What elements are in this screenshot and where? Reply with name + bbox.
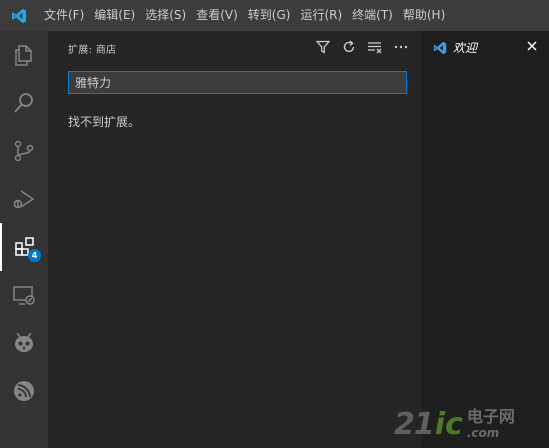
activity-remote-explorer[interactable] — [0, 271, 48, 319]
menu-terminal[interactable]: 终端(T) — [347, 0, 398, 31]
watermark-ic: ic — [434, 406, 463, 442]
sidebar-header: 扩展: 商店 — [48, 31, 422, 64]
extensions-update-badge: 4 — [28, 249, 41, 262]
explorer-icon — [12, 43, 36, 67]
watermark-number: 21 — [394, 406, 435, 442]
watermark-cn: 电子网 — [466, 407, 515, 426]
menu-go[interactable]: 转到(G) — [243, 0, 296, 31]
remote-explorer-icon — [12, 283, 36, 307]
platformio-icon — [12, 331, 36, 355]
source-control-icon — [12, 139, 36, 163]
vscode-tab-icon — [433, 41, 447, 55]
menu-file[interactable]: 文件(F) — [39, 0, 89, 31]
menu-run[interactable]: 运行(R) — [295, 0, 347, 31]
activity-platformio[interactable] — [0, 319, 48, 367]
editor-area: 欢迎 — [422, 31, 549, 448]
vscode-logo-icon — [4, 0, 34, 31]
site-watermark: 21 ic 电子网 .com — [394, 404, 544, 444]
activity-search[interactable] — [0, 79, 48, 127]
more-icon[interactable] — [392, 38, 410, 56]
activity-run-debug[interactable] — [0, 175, 48, 223]
editor-tab-bar: 欢迎 — [422, 31, 549, 64]
sidebar-title: 扩展: 商店 — [68, 45, 117, 56]
activity-extensions[interactable]: 4 — [0, 223, 48, 271]
extension-search-input[interactable] — [68, 71, 407, 94]
menu-help[interactable]: 帮助(H) — [398, 0, 450, 31]
close-icon[interactable] — [525, 39, 539, 53]
tab-label: 欢迎 — [453, 41, 478, 55]
watermark-text: 电子网 .com — [466, 407, 515, 440]
menu-edit[interactable]: 编辑(E) — [89, 0, 140, 31]
activity-bar: 4 — [0, 31, 48, 448]
activity-explorer[interactable] — [0, 31, 48, 79]
activity-espressif[interactable] — [0, 367, 48, 415]
activity-source-control[interactable] — [0, 127, 48, 175]
refresh-icon[interactable] — [340, 38, 358, 56]
extensions-sidebar: 扩展: 商店 雅特力 找不到扩展。 — [48, 31, 422, 448]
search-icon — [12, 91, 36, 115]
title-bar: 文件(F) 编辑(E) 选择(S) 查看(V) 转到(G) 运行(R) 终端(T… — [0, 0, 549, 31]
menu-bar: 文件(F) 编辑(E) 选择(S) 查看(V) 转到(G) 运行(R) 终端(T… — [39, 0, 450, 31]
filter-icon[interactable] — [314, 38, 332, 56]
run-debug-icon — [12, 187, 36, 211]
menu-view[interactable]: 查看(V) — [191, 0, 243, 31]
watermark-com: .com — [466, 426, 500, 440]
sidebar-actions — [314, 38, 410, 56]
no-extensions-message: 找不到扩展。 — [68, 115, 141, 129]
clear-list-icon[interactable] — [366, 38, 384, 56]
menu-selection[interactable]: 选择(S) — [140, 0, 191, 31]
tab-welcome[interactable]: 欢迎 — [422, 31, 549, 64]
espressif-icon — [12, 379, 36, 403]
